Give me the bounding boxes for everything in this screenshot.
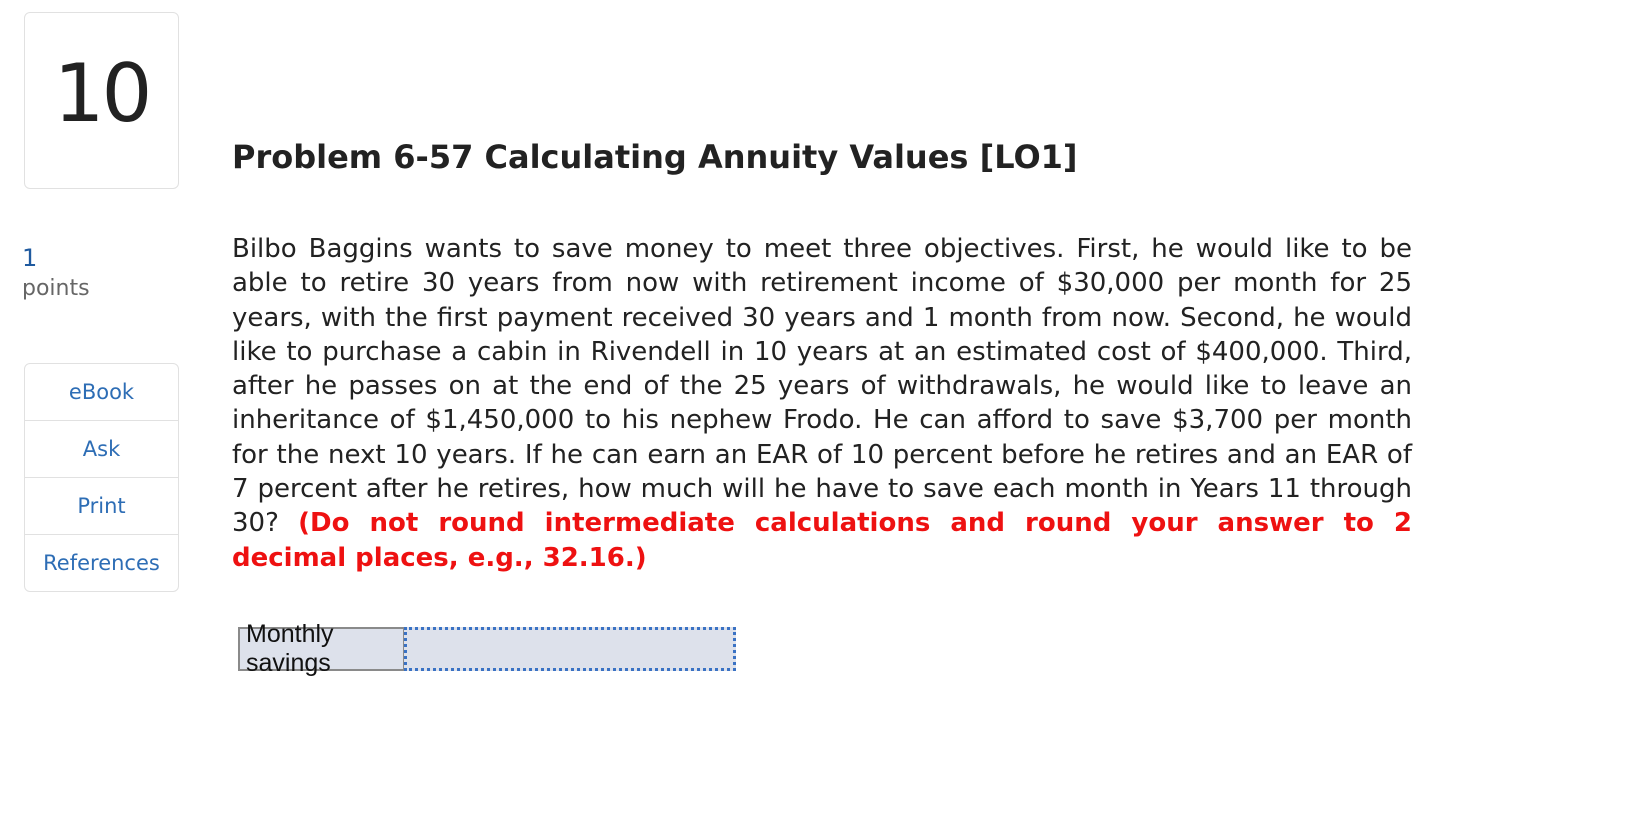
ebook-link[interactable]: eBook xyxy=(25,364,178,421)
points-value: 1 xyxy=(22,244,38,272)
ask-link[interactable]: Ask xyxy=(25,421,178,478)
answer-table: Monthly savings xyxy=(238,620,736,677)
question-number-box: 10 xyxy=(24,12,179,189)
monthly-savings-input[interactable] xyxy=(404,627,736,671)
print-link[interactable]: Print xyxy=(25,478,178,535)
problem-text: Bilbo Baggins wants to save money to mee… xyxy=(232,234,1412,539)
points-label: points xyxy=(22,276,90,301)
problem-title: Problem 6-57 Calculating Annuity Values … xyxy=(232,138,1078,176)
rounding-instruction: (Do not round intermediate calculations … xyxy=(232,508,1412,573)
question-number: 10 xyxy=(53,47,153,140)
resource-menu: eBook Ask Print References xyxy=(24,363,179,592)
monthly-savings-label: Monthly savings xyxy=(240,620,404,677)
references-link[interactable]: References xyxy=(25,535,178,591)
problem-body: Bilbo Baggins wants to save money to mee… xyxy=(232,232,1412,575)
